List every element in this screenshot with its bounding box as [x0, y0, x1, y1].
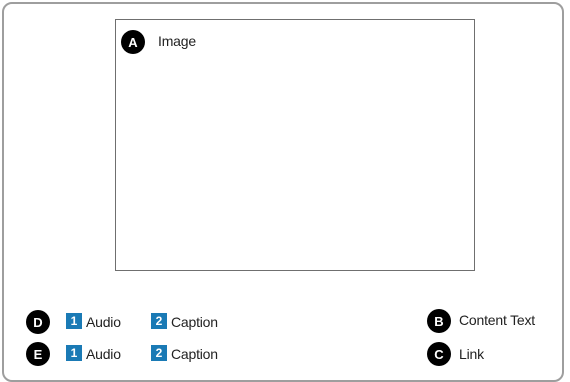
- caption-number-badge: 2: [151, 313, 167, 329]
- marker-c: C: [427, 342, 451, 366]
- link-label: Link: [459, 346, 484, 362]
- audio-label: Audio: [86, 346, 121, 362]
- audio-number-badge: 1: [66, 313, 82, 329]
- marker-d: D: [26, 310, 50, 334]
- caption-label: Caption: [171, 314, 218, 330]
- audio-number-badge: 1: [66, 345, 82, 361]
- caption-number-badge: 2: [151, 345, 167, 361]
- marker-a: A: [121, 30, 145, 54]
- marker-e: E: [26, 342, 50, 366]
- audio-label: Audio: [86, 314, 121, 330]
- image-label: Image: [158, 33, 196, 49]
- marker-b: B: [427, 309, 451, 333]
- content-text-label: Content Text: [459, 312, 535, 328]
- image-placeholder: [115, 19, 475, 271]
- caption-label: Caption: [171, 346, 218, 362]
